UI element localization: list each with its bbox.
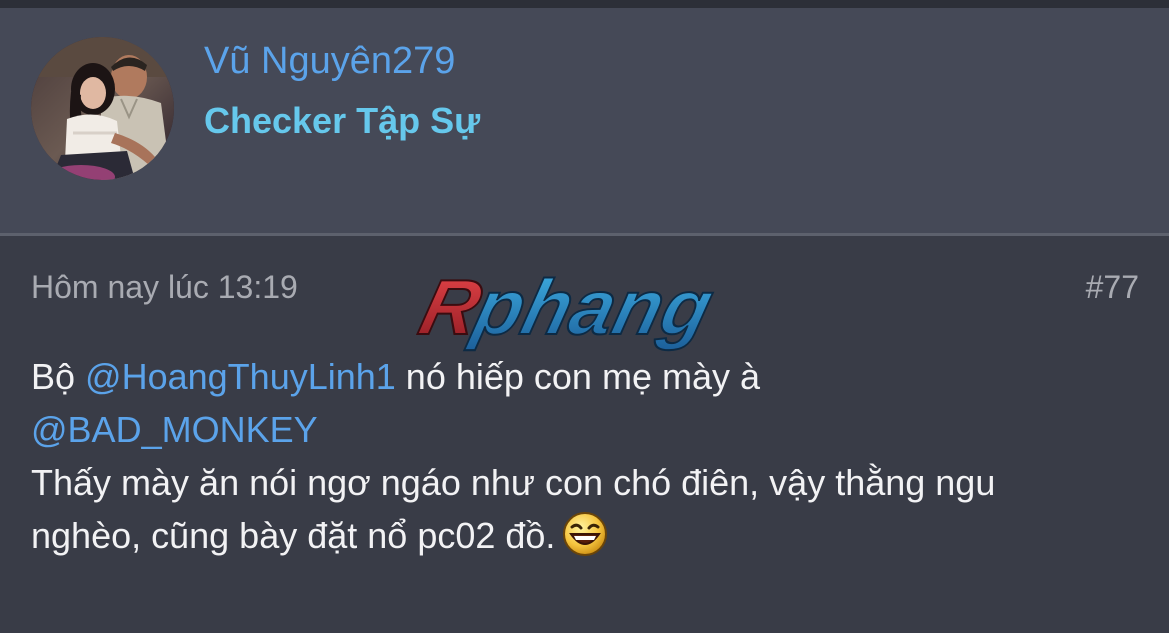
post-timestamp[interactable]: Hôm nay lúc 13:19 bbox=[31, 269, 298, 306]
username-link[interactable]: Vũ Nguyên279 bbox=[204, 40, 455, 83]
post-text: Bộ bbox=[31, 356, 86, 397]
post-text: nó hiếp con mẹ mày à bbox=[395, 356, 760, 397]
post-line-3: Thấy mày ăn nói ngơ ngáo như con chó điê… bbox=[31, 462, 996, 503]
post-message-body: Bộ @HoangThuyLinh1 nó hiếp con mẹ mày à … bbox=[31, 350, 1151, 562]
post-number-link[interactable]: #77 bbox=[1086, 269, 1139, 306]
post-line-1: Bộ @HoangThuyLinh1 nó hiếp con mẹ mày à bbox=[31, 350, 1151, 403]
user-avatar[interactable] bbox=[31, 37, 174, 180]
post-line-2: @BAD_MONKEY bbox=[31, 403, 1151, 456]
user-title: Checker Tập Sự bbox=[204, 100, 481, 141]
mention-link[interactable]: @HoangThuyLinh1 bbox=[85, 356, 396, 397]
top-edge bbox=[0, 0, 1169, 8]
mention-link[interactable]: @BAD_MONKEY bbox=[31, 409, 318, 450]
svg-text:phang: phang bbox=[464, 263, 722, 351]
laughing-emoji-icon bbox=[561, 510, 609, 558]
post-text: nghèo, cũng bày đặt nổ pc02 đồ. bbox=[31, 515, 556, 556]
avatar-photo-icon bbox=[31, 37, 174, 180]
watermark-logo: R phang bbox=[408, 262, 768, 362]
user-info-panel bbox=[0, 8, 1169, 234]
post-line-4: nghèo, cũng bày đặt nổ pc02 đồ. bbox=[31, 509, 1151, 562]
